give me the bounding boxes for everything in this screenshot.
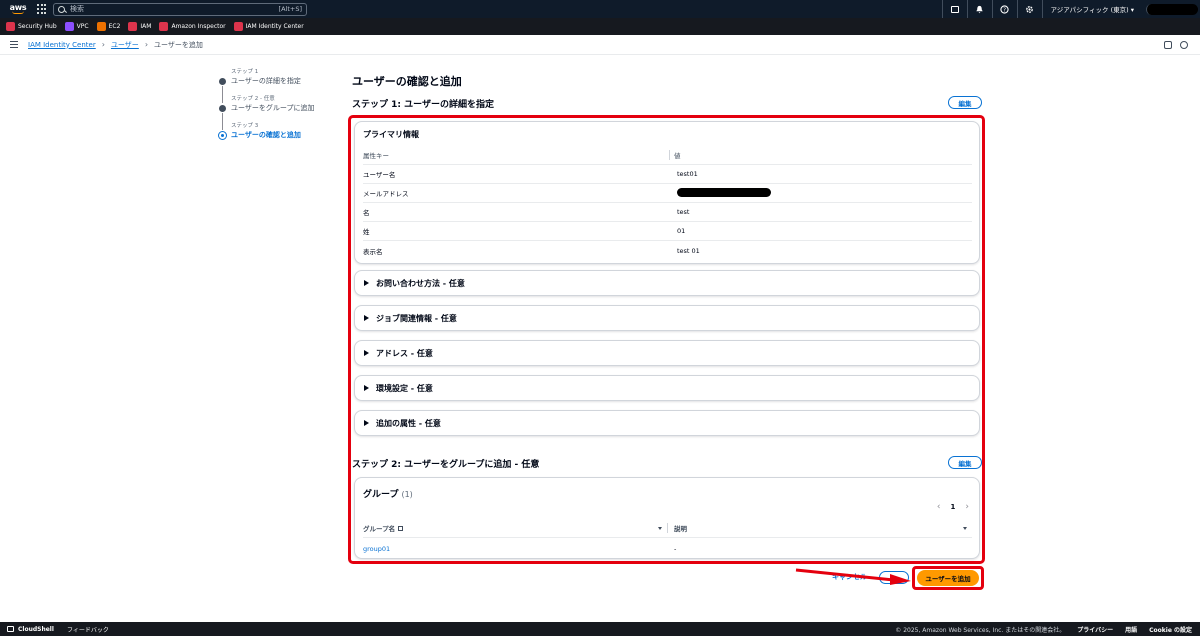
edit-step1-button[interactable]: 編集 [948, 96, 982, 109]
console-footer: CloudShell フィードバック © 2025, Amazon Web Se… [0, 622, 1200, 636]
annotation-arrow-icon [795, 568, 911, 585]
breadcrumb: IAM Identity Center › ユーザー › ユーザーを追加 [28, 40, 203, 50]
favorite-item[interactable]: EC2 [96, 22, 120, 31]
favorite-item[interactable]: IAM Identity Center [233, 22, 304, 31]
service-icon [159, 22, 169, 31]
breadcrumb-root[interactable]: IAM Identity Center [28, 41, 96, 49]
favorite-item[interactable]: VPC [64, 22, 89, 31]
annotation-highlight-button [912, 566, 984, 590]
breadcrumb-users[interactable]: ユーザー [111, 40, 139, 50]
service-icon [128, 22, 138, 31]
step1-heading: ステップ 1: ユーザーの詳細を指定 [352, 100, 494, 110]
favorite-item[interactable]: Amazon Inspector [159, 22, 226, 31]
breadcrumb-bar: IAM Identity Center › ユーザー › ユーザーを追加 [0, 35, 1200, 55]
page-title: ユーザーの確認と追加 [352, 75, 462, 88]
top-navigation: aws 検索 [Alt+S] ? アジアパシフィック (東京) ▾ [0, 0, 1200, 18]
annotation-highlight-box [348, 115, 985, 564]
search-input[interactable]: 検索 [Alt+S] [53, 2, 307, 16]
bell-icon[interactable] [966, 0, 992, 18]
aws-logo[interactable]: aws [5, 0, 31, 18]
cookie-settings-link[interactable]: Cookie の設定 [1149, 625, 1192, 634]
wizard-step-2[interactable]: ステップ 2 - 任意 ユーザーをグループに追加 [218, 95, 338, 130]
chevron-right-icon: › [144, 40, 149, 49]
terminal-icon [7, 626, 14, 632]
help-icon[interactable]: ? [991, 0, 1017, 18]
hamburger-menu-icon[interactable] [10, 41, 18, 48]
account-menu[interactable] [1146, 3, 1198, 15]
info-panel-icon[interactable] [1164, 40, 1172, 49]
chevron-right-icon: › [101, 40, 105, 49]
region-selector[interactable]: アジアパシフィック (東京) ▾ [1041, 0, 1142, 18]
svg-text:?: ? [1003, 7, 1006, 13]
services-menu-icon[interactable] [37, 4, 47, 14]
favorite-item[interactable]: Security Hub [6, 22, 57, 31]
gear-icon[interactable] [1016, 0, 1042, 18]
wizard-step-1[interactable]: ステップ 1 ユーザーの詳細を指定 [218, 68, 338, 103]
privacy-link[interactable]: プライバシー [1077, 625, 1113, 634]
terms-link[interactable]: 用語 [1125, 625, 1137, 634]
favorites-bar: Security Hub VPC EC2 IAM Amazon Inspector IAM… [0, 18, 1200, 35]
wizard-step-3: ステップ 3 ユーザーの確認と追加 [218, 122, 338, 149]
notifications-panel-icon[interactable] [1180, 40, 1188, 49]
wizard-steps: ステップ 1 ユーザーの詳細を指定 ステップ 2 - 任意 ユーザーをグループに… [218, 68, 338, 149]
service-icon [64, 22, 74, 31]
favorite-item[interactable]: IAM [128, 22, 151, 31]
breadcrumb-current: ユーザーを追加 [154, 40, 203, 49]
service-icon [233, 22, 243, 31]
cloudshell-icon[interactable] [941, 0, 967, 18]
feedback-link[interactable]: フィードバック [67, 625, 109, 634]
service-icon [96, 22, 106, 31]
copyright-text: © 2025, Amazon Web Services, Inc. またはその関… [895, 626, 1066, 634]
search-icon [58, 5, 65, 13]
service-icon [6, 22, 15, 31]
cloudshell-button[interactable]: CloudShell [7, 626, 54, 633]
